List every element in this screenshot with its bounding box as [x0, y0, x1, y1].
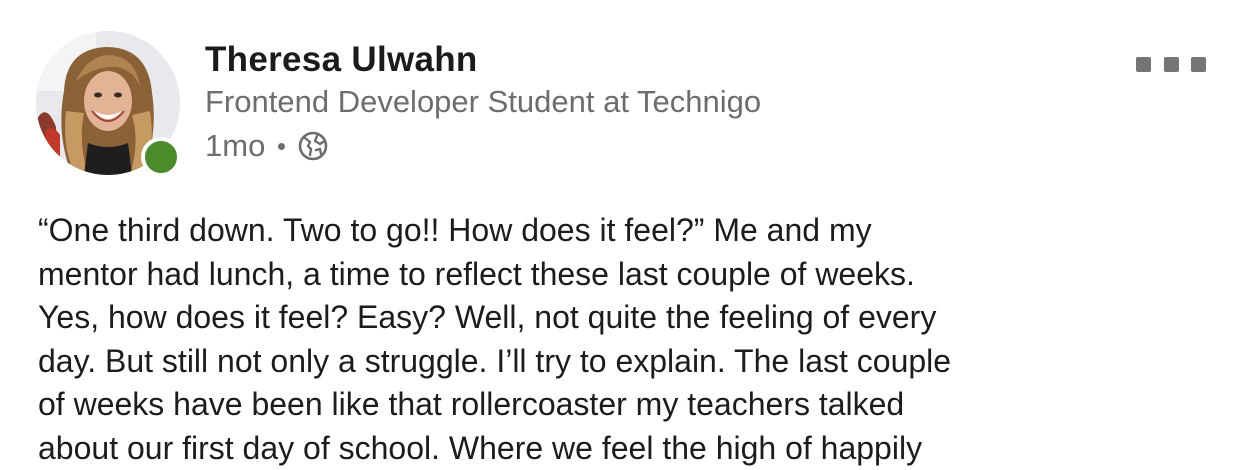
post-time: 1mo [205, 128, 265, 164]
post-meta: 1mo [205, 126, 329, 166]
post-text-line: of weeks have been like that rollercoast… [38, 383, 1218, 427]
more-options-dot [1136, 57, 1151, 72]
post-text-line: mentor had lunch, a time to reflect thes… [38, 253, 1218, 297]
post-text-line: Yes, how does it feel? Easy? Well, not q… [38, 296, 1218, 340]
author-headline: Frontend Developer Student at Technigo [205, 84, 761, 120]
online-status-indicator [141, 137, 181, 177]
globe-icon [297, 130, 329, 162]
post-text-line: “One third down. Two to go!! How does it… [38, 209, 1218, 253]
more-options-icon[interactable] [1136, 52, 1206, 76]
post-text: “One third down. Two to go!! How does it… [38, 209, 1218, 470]
more-options-dot [1164, 57, 1179, 72]
more-options-dot [1191, 57, 1206, 72]
post-header: Theresa Ulwahn Frontend Developer Studen… [0, 0, 1242, 190]
separator-dot [278, 143, 285, 150]
author-name[interactable]: Theresa Ulwahn [205, 40, 478, 80]
post-text-line: day. But still not only a struggle. I’ll… [38, 340, 1218, 384]
post-text-line: about our first day of school. Where we … [38, 427, 1218, 470]
